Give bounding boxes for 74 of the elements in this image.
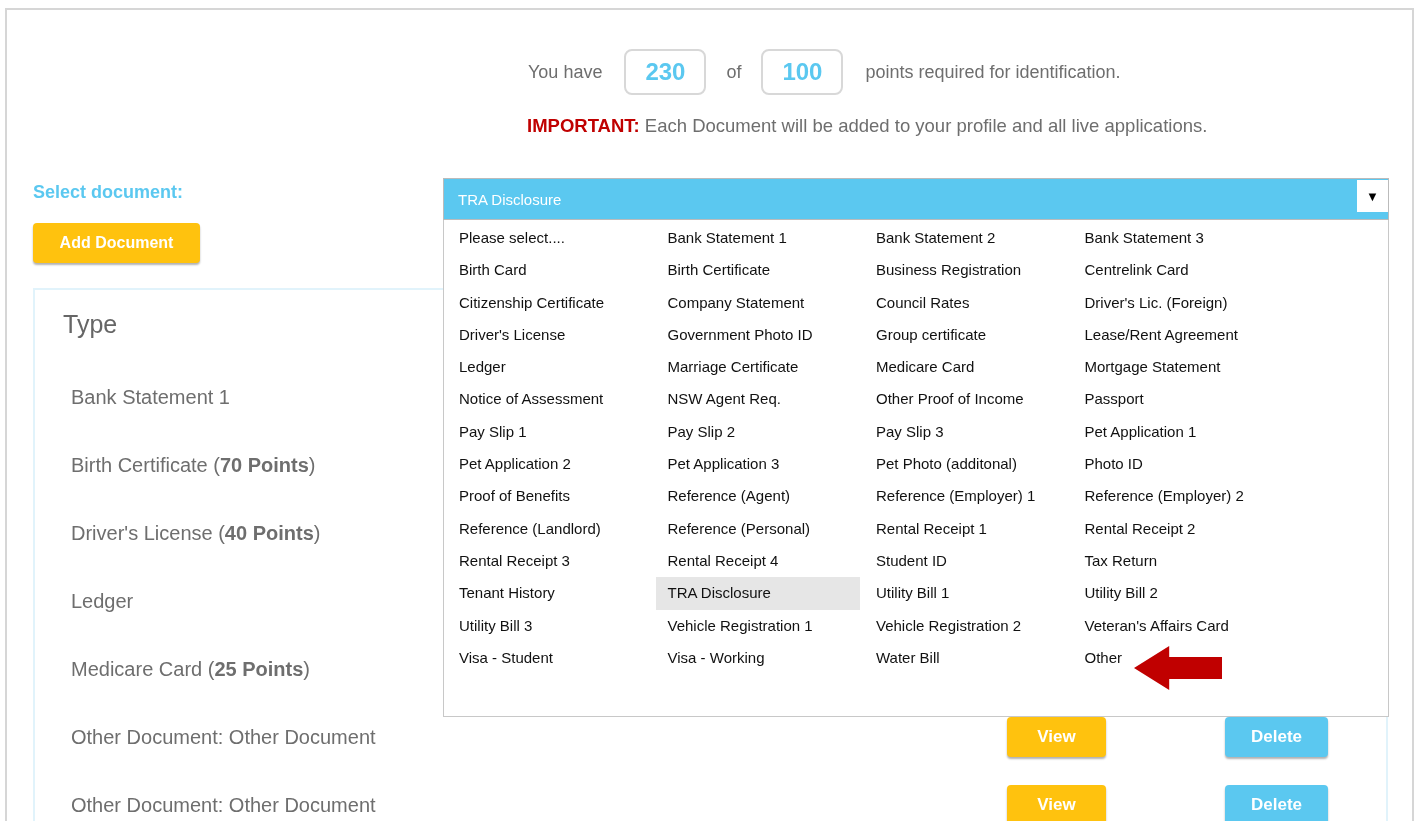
- dropdown-arrow-button[interactable]: ▼: [1357, 180, 1388, 212]
- dropdown-option[interactable]: Vehicle Registration 2: [864, 609, 1069, 642]
- document-select-field[interactable]: TRA Disclosure ▼: [443, 178, 1389, 220]
- dropdown-option[interactable]: Medicare Card: [864, 351, 1069, 384]
- dropdown-option[interactable]: Other: [1072, 641, 1277, 675]
- dropdown-option[interactable]: Other Proof of Income: [864, 383, 1069, 416]
- dropdown-option[interactable]: Reference (Personal): [655, 512, 860, 545]
- dropdown-option[interactable]: Veteran's Affairs Card: [1072, 609, 1277, 642]
- dropdown-option[interactable]: Rental Receipt 3: [447, 544, 652, 578]
- dropdown-option[interactable]: Company Statement: [655, 286, 860, 319]
- dropdown-option[interactable]: Visa - Student: [447, 641, 652, 675]
- dropdown-option[interactable]: Rental Receipt 4: [655, 544, 860, 578]
- dropdown-option[interactable]: Birth Certificate: [655, 254, 860, 287]
- select-document-label: Select document:: [33, 182, 184, 203]
- dropdown-option[interactable]: Tenant History: [447, 577, 652, 610]
- dropdown-option[interactable]: Council Rates: [864, 286, 1069, 319]
- dropdown-option[interactable]: Please select....: [447, 222, 652, 255]
- points-of-label: of: [726, 61, 742, 83]
- dropdown-option[interactable]: Government Photo ID: [655, 318, 860, 352]
- document-type-cell: Bank Statement 1: [71, 385, 230, 409]
- dropdown-option[interactable]: Rental Receipt 1: [864, 512, 1069, 545]
- dropdown-option[interactable]: Bank Statement 2: [864, 222, 1069, 255]
- document-type-cell: Other Document: Other Document: [71, 725, 376, 749]
- dropdown-option[interactable]: Photo ID: [1072, 448, 1277, 481]
- dropdown-option[interactable]: Visa - Working: [655, 641, 860, 675]
- dropdown-option[interactable]: Centrelink Card: [1072, 254, 1277, 287]
- document-type-cell: Ledger: [71, 589, 134, 613]
- dropdown-option[interactable]: Reference (Agent): [655, 480, 860, 513]
- document-type-cell: Medicare Card (25 Points): [71, 657, 310, 681]
- dropdown-option[interactable]: Pet Application 2: [447, 448, 652, 481]
- dropdown-option[interactable]: Marriage Certificate: [655, 351, 860, 384]
- dropdown-option[interactable]: Pet Application 1: [1072, 415, 1277, 449]
- dropdown-option[interactable]: Pay Slip 1: [447, 415, 652, 449]
- dropdown-option[interactable]: Birth Card: [447, 254, 652, 287]
- dropdown-option[interactable]: Reference (Landlord): [447, 512, 652, 545]
- dropdown-option[interactable]: Water Bill: [864, 641, 1069, 675]
- document-type-cell: Other Document: Other Document: [71, 793, 376, 817]
- dropdown-option[interactable]: Pay Slip 2: [655, 415, 860, 449]
- dropdown-option[interactable]: Lease/Rent Agreement: [1072, 318, 1277, 352]
- dropdown-option[interactable]: Business Registration: [864, 254, 1069, 287]
- dropdown-option[interactable]: NSW Agent Req.: [655, 383, 860, 416]
- points-suffix-label: points required for identification.: [865, 61, 1121, 83]
- dropdown-option[interactable]: Driver's Lic. (Foreign): [1072, 286, 1277, 319]
- dropdown-option[interactable]: Passport: [1072, 383, 1277, 416]
- important-notice: IMPORTANT: Each Document will be added to your profile and all live applications.: [527, 115, 1209, 137]
- dropdown-option[interactable]: Notice of Assessment: [447, 383, 652, 416]
- dropdown-option[interactable]: Driver's License: [447, 318, 652, 352]
- dropdown-option[interactable]: Utility Bill 1: [864, 577, 1069, 610]
- dropdown-option[interactable]: TRA Disclosure: [655, 577, 860, 610]
- points-required-count: 100: [761, 49, 844, 95]
- dropdown-option[interactable]: Utility Bill 3: [447, 609, 652, 642]
- dropdown-option[interactable]: Rental Receipt 2: [1072, 512, 1277, 545]
- dropdown-option[interactable]: Utility Bill 2: [1072, 577, 1277, 610]
- dropdown-option[interactable]: Citizenship Certificate: [447, 286, 652, 319]
- dropdown-option[interactable]: Pay Slip 3: [864, 415, 1069, 449]
- dropdown-option[interactable]: Vehicle Registration 1: [655, 609, 860, 642]
- dropdown-option[interactable]: Student ID: [864, 544, 1069, 578]
- dropdown-option[interactable]: Pet Application 3: [655, 448, 860, 481]
- dropdown-option[interactable]: Group certificate: [864, 318, 1069, 352]
- pointer-arrow-icon: [1134, 646, 1222, 690]
- dropdown-option[interactable]: Ledger: [447, 351, 652, 384]
- dropdown-option[interactable]: Mortgage Statement: [1072, 351, 1277, 384]
- dropdown-option[interactable]: Reference (Employer) 2: [1072, 480, 1277, 513]
- dropdown-option[interactable]: Reference (Employer) 1: [864, 480, 1069, 513]
- type-column-heading: Type: [63, 310, 118, 339]
- points-label: You have: [528, 61, 603, 83]
- dropdown-option[interactable]: Pet Photo (additonal): [864, 448, 1069, 481]
- dropdown-option[interactable]: Bank Statement 3: [1072, 222, 1277, 255]
- points-have-count: 230: [624, 49, 707, 95]
- document-type-cell: Birth Certificate (70 Points): [71, 453, 316, 477]
- document-type-cell: Driver's License (40 Points): [71, 521, 321, 545]
- dropdown-option[interactable]: Bank Statement 1: [655, 222, 860, 255]
- dropdown-option[interactable]: Tax Return: [1072, 544, 1277, 578]
- dropdown-option[interactable]: Proof of Benefits: [447, 480, 652, 513]
